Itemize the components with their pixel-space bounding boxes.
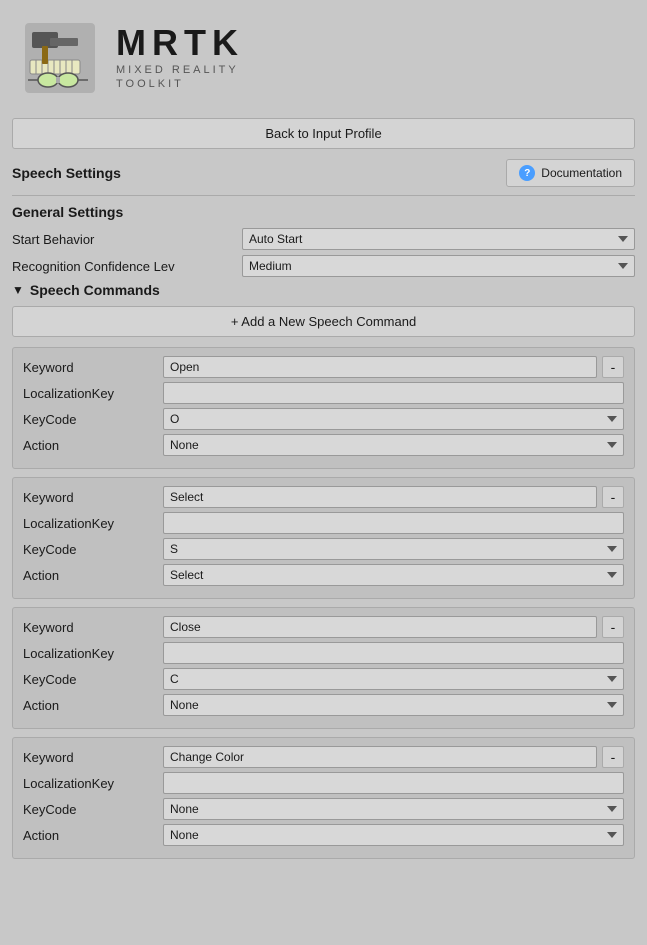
action-label-2: Action bbox=[23, 698, 163, 713]
keycode-select-1[interactable]: S None bbox=[163, 538, 624, 560]
documentation-button[interactable]: ? Documentation bbox=[506, 159, 635, 187]
keycode-row-close: KeyCode C None bbox=[23, 668, 624, 690]
main-content: Back to Input Profile Speech Settings ? … bbox=[0, 110, 647, 879]
remove-button-1[interactable]: - bbox=[602, 486, 624, 508]
speech-commands-header: ▼ Speech Commands bbox=[12, 282, 635, 298]
app-header: MRTK MIXED REALITY TOOLKIT bbox=[0, 0, 647, 110]
start-behavior-row: Start Behavior Auto Start Manual Start bbox=[12, 228, 635, 250]
localization-label-1: LocalizationKey bbox=[23, 516, 163, 531]
keycode-label-2: KeyCode bbox=[23, 672, 163, 687]
logo: MRTK MIXED REALITY TOOLKIT bbox=[20, 18, 244, 98]
keycode-select-0[interactable]: O None bbox=[163, 408, 624, 430]
keyword-input-0[interactable] bbox=[163, 356, 597, 378]
localization-input-0[interactable] bbox=[163, 382, 624, 404]
start-behavior-label: Start Behavior bbox=[12, 232, 242, 247]
keycode-row-change-color: KeyCode None O S C bbox=[23, 798, 624, 820]
logo-text: MRTK MIXED REALITY TOOLKIT bbox=[116, 25, 244, 92]
collapse-icon: ▼ bbox=[12, 283, 24, 297]
speech-settings-title: Speech Settings bbox=[12, 165, 121, 181]
localization-input-2[interactable] bbox=[163, 642, 624, 664]
action-row-select: Action None Select bbox=[23, 564, 624, 586]
keyword-row-open: Keyword - bbox=[23, 356, 624, 378]
keyword-input-1[interactable] bbox=[163, 486, 597, 508]
action-row-close: Action None Select bbox=[23, 694, 624, 716]
remove-button-3[interactable]: - bbox=[602, 746, 624, 768]
localization-input-1[interactable] bbox=[163, 512, 624, 534]
keycode-label-0: KeyCode bbox=[23, 412, 163, 427]
keyword-label-0: Keyword bbox=[23, 360, 163, 375]
localization-row-open: LocalizationKey bbox=[23, 382, 624, 404]
command-card-open: Keyword - LocalizationKey KeyCode O None… bbox=[12, 347, 635, 469]
action-label-3: Action bbox=[23, 828, 163, 843]
localization-label-0: LocalizationKey bbox=[23, 386, 163, 401]
speech-commands-title: Speech Commands bbox=[30, 282, 160, 298]
mrtk-logo-icon bbox=[20, 18, 100, 98]
keyword-row-close: Keyword - bbox=[23, 616, 624, 638]
keyword-label-2: Keyword bbox=[23, 620, 163, 635]
localization-input-3[interactable] bbox=[163, 772, 624, 794]
keyword-input-3[interactable] bbox=[163, 746, 597, 768]
action-row-change-color: Action None Select bbox=[23, 824, 624, 846]
command-card-change-color: Keyword - LocalizationKey KeyCode None O… bbox=[12, 737, 635, 859]
divider bbox=[12, 195, 635, 196]
recognition-confidence-label: Recognition Confidence Lev bbox=[12, 259, 242, 274]
localization-row-close: LocalizationKey bbox=[23, 642, 624, 664]
general-settings-title: General Settings bbox=[12, 204, 635, 220]
action-select-1[interactable]: None Select bbox=[163, 564, 624, 586]
keyword-row-select: Keyword - bbox=[23, 486, 624, 508]
keycode-row-open: KeyCode O None bbox=[23, 408, 624, 430]
keyword-row-change-color: Keyword - bbox=[23, 746, 624, 768]
recognition-confidence-select[interactable]: Low Medium High bbox=[242, 255, 635, 277]
localization-label-2: LocalizationKey bbox=[23, 646, 163, 661]
info-icon: ? bbox=[519, 165, 535, 181]
keyword-input-2[interactable] bbox=[163, 616, 597, 638]
action-label-0: Action bbox=[23, 438, 163, 453]
localization-row-select: LocalizationKey bbox=[23, 512, 624, 534]
keycode-label-3: KeyCode bbox=[23, 802, 163, 817]
remove-button-0[interactable]: - bbox=[602, 356, 624, 378]
action-row-open: Action None Select bbox=[23, 434, 624, 456]
section-header-row: Speech Settings ? Documentation bbox=[12, 159, 635, 187]
keycode-select-2[interactable]: C None bbox=[163, 668, 624, 690]
keycode-label-1: KeyCode bbox=[23, 542, 163, 557]
command-card-close: Keyword - LocalizationKey KeyCode C None… bbox=[12, 607, 635, 729]
logo-subtitle: MIXED REALITY TOOLKIT bbox=[116, 63, 244, 92]
logo-title: MRTK bbox=[116, 25, 244, 61]
keycode-row-select: KeyCode S None bbox=[23, 538, 624, 560]
remove-button-2[interactable]: - bbox=[602, 616, 624, 638]
action-label-1: Action bbox=[23, 568, 163, 583]
keyword-label-1: Keyword bbox=[23, 490, 163, 505]
action-select-0[interactable]: None Select bbox=[163, 434, 624, 456]
keycode-select-3[interactable]: None O S C bbox=[163, 798, 624, 820]
command-card-select: Keyword - LocalizationKey KeyCode S None… bbox=[12, 477, 635, 599]
keyword-label-3: Keyword bbox=[23, 750, 163, 765]
action-select-2[interactable]: None Select bbox=[163, 694, 624, 716]
back-to-input-profile-button[interactable]: Back to Input Profile bbox=[12, 118, 635, 149]
localization-row-change-color: LocalizationKey bbox=[23, 772, 624, 794]
action-select-3[interactable]: None Select bbox=[163, 824, 624, 846]
localization-label-3: LocalizationKey bbox=[23, 776, 163, 791]
start-behavior-select[interactable]: Auto Start Manual Start bbox=[242, 228, 635, 250]
add-speech-command-button[interactable]: + Add a New Speech Command bbox=[12, 306, 635, 337]
recognition-confidence-row: Recognition Confidence Lev Low Medium Hi… bbox=[12, 255, 635, 277]
